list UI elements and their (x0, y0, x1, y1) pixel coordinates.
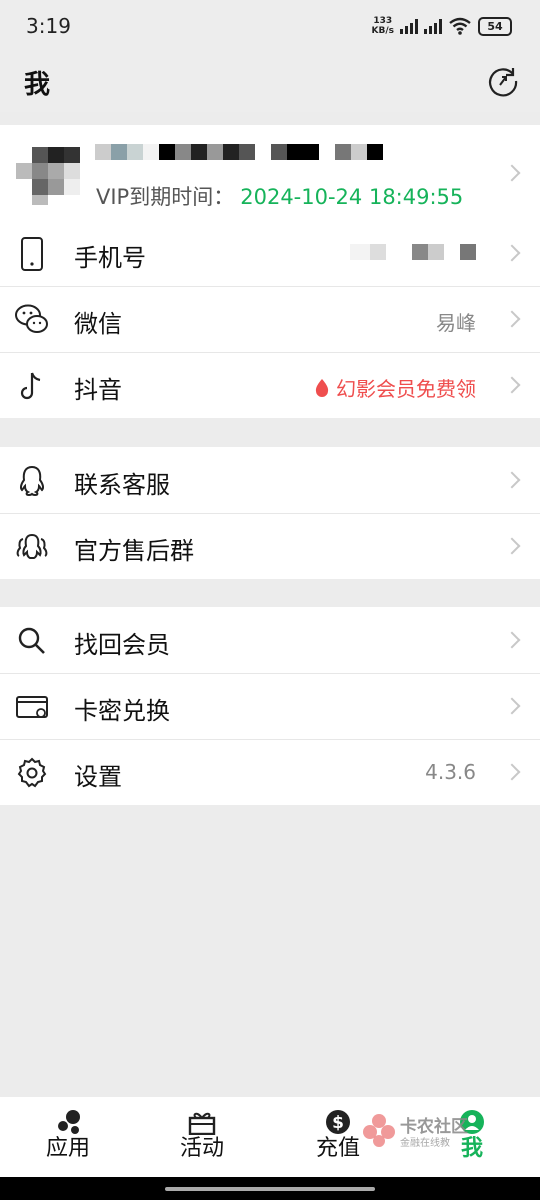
after-sales-group-label: 官方售后群 (74, 537, 194, 565)
username-redacted (95, 144, 383, 160)
chevron-right-icon (503, 244, 521, 262)
phone-icon (21, 237, 43, 271)
chevron-right-icon (503, 763, 521, 781)
signal-icon-2 (424, 18, 442, 34)
phone-row[interactable]: 手机号 (0, 220, 540, 286)
customer-service-label: 联系客服 (74, 471, 170, 499)
phone-number-redacted (350, 244, 476, 260)
status-icons: 133 KB/s 54 (372, 16, 512, 36)
home-gesture-bar[interactable] (165, 1187, 375, 1191)
support-group: 联系客服 官方售后群 (0, 447, 540, 579)
qq-group-icon (16, 533, 48, 559)
app-version: 4.3.6 (425, 760, 476, 784)
recover-membership-label: 找回会员 (74, 631, 170, 659)
system-nav-bar (0, 1177, 540, 1200)
douyin-icon (20, 372, 41, 400)
account-binding-group: 手机号 微信 易峰 抖音 幻影会员免费领 (0, 220, 540, 418)
qq-icon (19, 465, 45, 497)
card-redeem-row[interactable]: 卡密兑换 (0, 673, 540, 739)
chevron-right-icon (503, 376, 521, 394)
chevron-right-icon (503, 471, 521, 489)
status-time: 3:19 (26, 14, 71, 38)
vip-expiry: VIP到期时间： 2024-10-24 18:49:55 (96, 185, 464, 209)
membership-group: 找回会员 卡密兑换 设置 4.3.6 (0, 607, 540, 805)
battery-icon: 54 (478, 16, 512, 36)
tab-activities[interactable]: 活动 (152, 1097, 252, 1177)
profile-card[interactable]: VIP到期时间： 2024-10-24 18:49:55 (0, 125, 540, 220)
douyin-promo: 幻影会员免费领 (314, 373, 476, 402)
status-bar: 3:19 133 KB/s 54 (0, 0, 540, 52)
watermark-flower-icon (363, 1114, 395, 1147)
page-title: 我 (24, 70, 51, 100)
wechat-value: 易峰 (436, 311, 476, 335)
recover-membership-row[interactable]: 找回会员 (0, 607, 540, 673)
wechat-label: 微信 (74, 310, 122, 338)
page-header: 我 (0, 52, 540, 112)
douyin-row[interactable]: 抖音 幻影会员免费领 (0, 352, 540, 418)
card-icon (16, 696, 48, 718)
douyin-label: 抖音 (74, 376, 122, 404)
refresh-icon[interactable] (486, 64, 520, 98)
watermark-logo: 卡农社区 金融在线教 (362, 1110, 472, 1150)
settings-label: 设置 (74, 763, 122, 791)
after-sales-group-row[interactable]: 官方售后群 (0, 513, 540, 579)
signal-icon (400, 18, 418, 34)
card-redeem-label: 卡密兑换 (74, 697, 170, 725)
chevron-right-icon (503, 631, 521, 649)
gear-icon (17, 757, 47, 788)
settings-row[interactable]: 设置 4.3.6 (0, 739, 540, 805)
customer-service-row[interactable]: 联系客服 (0, 447, 540, 513)
chevron-right-icon (503, 164, 521, 182)
chevron-right-icon (503, 310, 521, 328)
chevron-right-icon (503, 697, 521, 715)
wechat-icon (15, 304, 48, 333)
chevron-right-icon (503, 537, 521, 555)
fire-icon (315, 378, 329, 397)
search-icon (18, 627, 45, 654)
network-speed: 133 KB/s (371, 16, 394, 36)
wechat-row[interactable]: 微信 易峰 (0, 286, 540, 352)
phone-label: 手机号 (74, 244, 146, 272)
avatar (12, 147, 82, 205)
wifi-icon (449, 17, 471, 35)
vip-expiry-date: 2024-10-24 18:49:55 (240, 185, 464, 209)
tab-apps[interactable]: 应用 (18, 1097, 118, 1177)
